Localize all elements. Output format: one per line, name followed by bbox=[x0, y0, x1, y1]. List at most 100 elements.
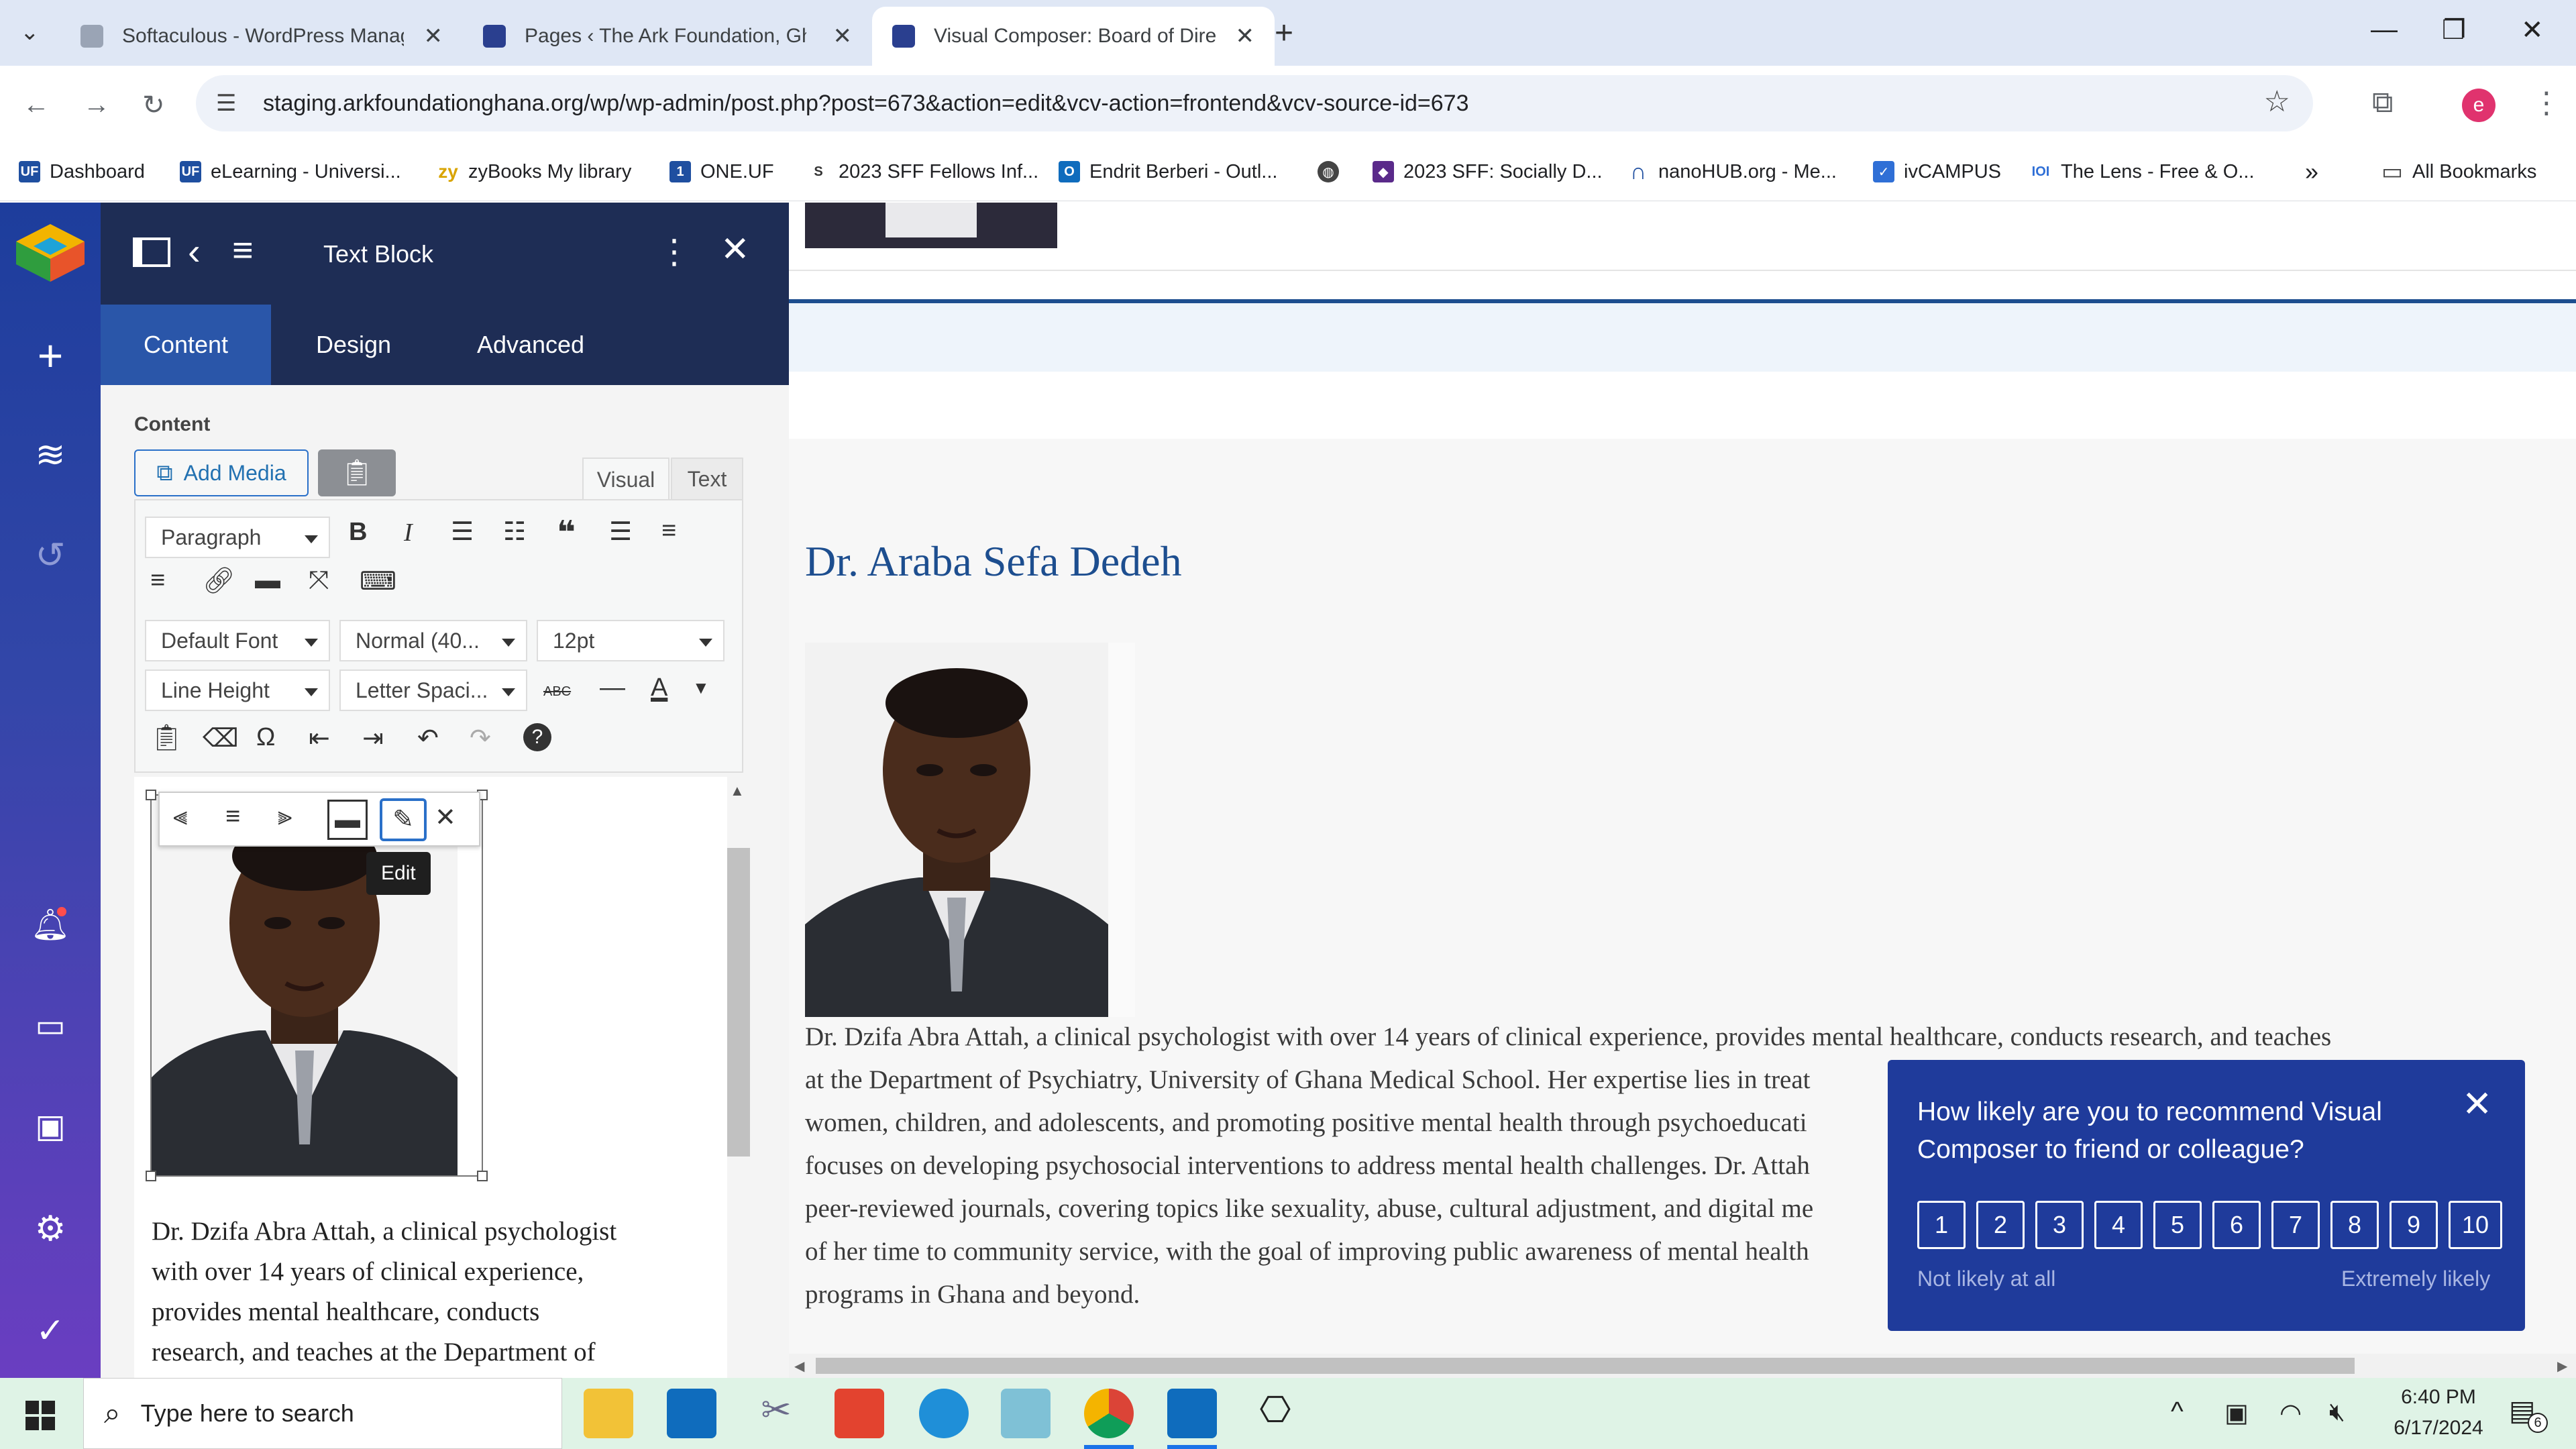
bookmark-globe[interactable]: ◍ bbox=[1318, 154, 1348, 189]
outdent-icon[interactable]: ⇤ bbox=[309, 723, 330, 753]
paste-text-icon[interactable]: 📋︎ bbox=[150, 723, 182, 753]
help-icon[interactable]: ? bbox=[523, 723, 551, 751]
undo-icon[interactable]: ↶ bbox=[417, 723, 439, 753]
redo-icon[interactable]: ↷ bbox=[470, 723, 491, 753]
tab-design[interactable]: Design bbox=[271, 305, 436, 385]
nps-score-1[interactable]: 1 bbox=[1917, 1201, 1966, 1249]
numbered-list-icon[interactable]: ☷ bbox=[503, 517, 526, 547]
fullscreen-icon[interactable]: ⤧ bbox=[309, 566, 329, 595]
menu-kebab-icon[interactable]: ⋮ bbox=[2532, 86, 2561, 120]
reload-icon[interactable]: ↻ bbox=[142, 90, 165, 121]
align-center-icon[interactable]: ≡ bbox=[661, 517, 676, 545]
clock-time[interactable]: 6:40 PM bbox=[2375, 1386, 2502, 1409]
close-tab-icon[interactable]: ✕ bbox=[424, 23, 443, 50]
snipping-tool-icon[interactable]: ✂ bbox=[751, 1389, 801, 1438]
bookmark-ivcampus[interactable]: ✓ ivCAMPUS bbox=[1873, 154, 2001, 189]
add-element-icon[interactable]: + bbox=[30, 333, 70, 378]
profile-avatar[interactable]: e bbox=[2462, 89, 2496, 122]
back-icon[interactable]: ← bbox=[23, 90, 50, 120]
clear-formatting-icon[interactable]: ⌫ bbox=[203, 723, 239, 753]
blockquote-icon[interactable]: ❝ bbox=[557, 514, 576, 551]
bookmark-zybooks[interactable]: zy zyBooks My library bbox=[437, 154, 631, 189]
horizontal-scrollbar[interactable]: ◀ ▶ bbox=[789, 1354, 2576, 1378]
chrome-icon[interactable] bbox=[1084, 1389, 1134, 1438]
minimize-icon[interactable]: — bbox=[2371, 15, 2398, 45]
close-tab-icon[interactable]: ✕ bbox=[833, 23, 853, 50]
volume-muted-icon[interactable]: 🔇︎ bbox=[2329, 1398, 2345, 1427]
nps-score-7[interactable]: 7 bbox=[2271, 1201, 2320, 1249]
address-bar[interactable]: ☰ staging.arkfoundationghana.org/wp/wp-a… bbox=[196, 75, 2313, 131]
nps-score-10[interactable]: 10 bbox=[2449, 1201, 2502, 1249]
horizontal-line-icon[interactable]: — bbox=[600, 674, 625, 702]
toolbar-toggle-icon[interactable]: ⌨ bbox=[360, 566, 396, 596]
handle-bottom-left[interactable] bbox=[146, 1171, 156, 1181]
nps-score-4[interactable]: 4 bbox=[2094, 1201, 2143, 1249]
browser-tab-visual-composer[interactable]: Visual Composer: Board of Dire ✕ bbox=[872, 7, 1275, 66]
bold-icon[interactable]: B bbox=[349, 518, 367, 547]
layers-icon[interactable]: ≋ bbox=[30, 435, 70, 475]
align-left-icon[interactable]: ☰ bbox=[609, 517, 632, 547]
bookmark-sff-fellows[interactable]: S 2023 SFF Fellows Inf... bbox=[808, 154, 1038, 189]
profile-portrait-image[interactable] bbox=[805, 643, 1135, 1017]
all-bookmarks[interactable]: ▭ All Bookmarks bbox=[2381, 154, 2536, 189]
link-icon[interactable]: 🔗︎ bbox=[203, 566, 235, 596]
meet-now-icon[interactable]: ▣ bbox=[2224, 1398, 2249, 1428]
indent-icon[interactable]: ⇥ bbox=[362, 723, 384, 753]
editor-scroll-up-icon[interactable]: ▲ bbox=[730, 782, 745, 800]
scroll-right-icon[interactable]: ▶ bbox=[2557, 1358, 2567, 1375]
visual-mode-tab[interactable]: Visual bbox=[582, 458, 669, 500]
new-tab-button[interactable]: + bbox=[1275, 15, 1293, 52]
font-family-select[interactable]: Default Font bbox=[145, 620, 330, 661]
text-color-dropdown-icon[interactable]: ▼ bbox=[692, 678, 710, 698]
profile-heading[interactable]: Dr. Araba Sefa Dedeh bbox=[805, 537, 1182, 586]
tray-overflow-icon[interactable]: ^ bbox=[2171, 1397, 2184, 1427]
handle-top-left[interactable] bbox=[146, 790, 156, 800]
notification-center-icon[interactable]: ▤ 6 bbox=[2509, 1394, 2548, 1433]
image-edit-pencil-icon[interactable]: ✎ bbox=[380, 798, 427, 841]
nps-score-8[interactable]: 8 bbox=[2330, 1201, 2379, 1249]
letter-spacing-select[interactable]: Letter Spaci... bbox=[339, 669, 527, 711]
handle-bottom-right[interactable] bbox=[477, 1171, 488, 1181]
nps-score-9[interactable]: 9 bbox=[2390, 1201, 2438, 1249]
bookmark-nanohub[interactable]: ∩ nanoHUB.org - Me... bbox=[1627, 154, 1837, 189]
bookmark-lens[interactable]: IOI The Lens - Free & O... bbox=[2030, 154, 2255, 189]
windows-start-icon[interactable] bbox=[25, 1401, 55, 1430]
image-align-right-icon[interactable]: ⫸ bbox=[278, 802, 292, 831]
editor-content-area[interactable]: ⫷ ≡ ⫸ ▬ ✎ ✕ Edit Dr. Dzifa Abra Attah, a… bbox=[134, 777, 727, 1381]
special-character-icon[interactable]: Ω bbox=[256, 723, 275, 752]
restore-icon[interactable]: ❐ bbox=[2442, 15, 2466, 46]
align-right-icon[interactable]: ≡ bbox=[150, 566, 165, 595]
bookmark-elearning[interactable]: UF eLearning - Universi... bbox=[180, 154, 401, 189]
read-more-icon[interactable]: ▬ bbox=[255, 566, 280, 595]
tab-content[interactable]: Content bbox=[101, 305, 271, 385]
undo-history-icon[interactable]: ↺ bbox=[30, 535, 70, 576]
extensions-icon[interactable]: ⧉ bbox=[2372, 86, 2393, 119]
text-mode-tab[interactable]: Text bbox=[671, 458, 743, 500]
close-window-icon[interactable]: ✕ bbox=[2521, 15, 2544, 46]
tab-search-chevron-icon[interactable]: ⌄ bbox=[20, 19, 40, 46]
panel-options-icon[interactable]: ⋮ bbox=[657, 232, 691, 271]
browser-tab-pages[interactable]: Pages ‹ The Ark Foundation, Gh ✕ bbox=[463, 7, 872, 66]
italic-icon[interactable]: I bbox=[404, 518, 413, 547]
bookmark-outlook[interactable]: O Endrit Berberi - Outl... bbox=[1059, 154, 1277, 189]
line-height-select[interactable]: Line Height bbox=[145, 669, 330, 711]
outlook-app-icon[interactable] bbox=[667, 1389, 716, 1438]
site-info-icon[interactable]: ☰ bbox=[216, 90, 236, 117]
bookmark-oneuf[interactable]: 1 ONE.UF bbox=[669, 154, 774, 189]
outlook-new-icon[interactable] bbox=[1167, 1389, 1217, 1438]
nps-score-3[interactable]: 3 bbox=[2035, 1201, 2084, 1249]
editor-text[interactable]: Dr. Dzifa Abra Attah, a clinical psychol… bbox=[152, 1212, 702, 1381]
clipboard-button[interactable]: 📋︎ bbox=[318, 449, 396, 496]
publish-check-icon[interactable]: ✓ bbox=[30, 1311, 70, 1351]
browser-tab-softaculous[interactable]: Softaculous - WordPress Manag ✕ bbox=[60, 7, 463, 66]
files-app-icon[interactable] bbox=[1001, 1389, 1051, 1438]
scroll-left-icon[interactable]: ◀ bbox=[794, 1358, 804, 1375]
text-color-icon[interactable]: A bbox=[651, 674, 667, 702]
preview-desktop-icon[interactable]: ▭ bbox=[30, 1006, 70, 1046]
bullet-list-icon[interactable]: ☰ bbox=[451, 517, 474, 547]
red-app-icon[interactable] bbox=[835, 1389, 884, 1438]
nps-score-2[interactable]: 2 bbox=[1976, 1201, 2025, 1249]
paragraph-format-select[interactable]: Paragraph bbox=[145, 517, 330, 558]
chatgpt-icon[interactable]: ⎔ bbox=[1250, 1389, 1300, 1438]
forward-icon[interactable]: → bbox=[83, 90, 110, 120]
